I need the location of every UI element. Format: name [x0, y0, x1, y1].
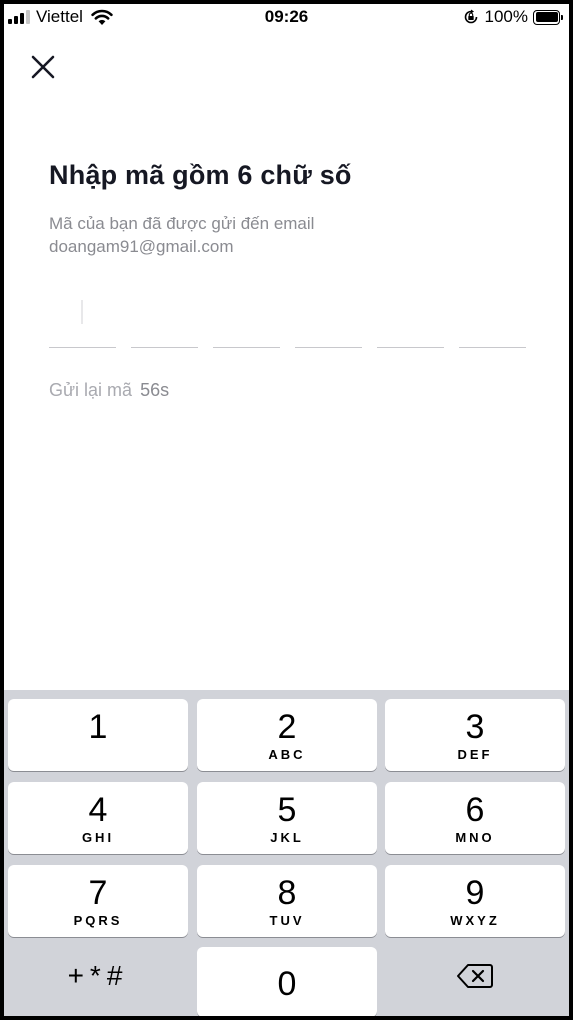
screen: Viettel 09:26 100% Nhập mã gồm 6 chữ số …: [4, 4, 569, 1016]
key-letters: GHI: [81, 829, 115, 845]
code-digit-4[interactable]: [295, 290, 362, 348]
code-digit-6[interactable]: [459, 290, 526, 348]
key-digit: 5: [277, 790, 297, 829]
status-right: 100%: [463, 7, 563, 27]
resend-label: Gửi lại mã: [49, 380, 133, 400]
status-bar: Viettel 09:26 100%: [4, 4, 569, 30]
key-letters: WXYZ: [450, 912, 500, 928]
code-input[interactable]: [49, 290, 526, 348]
code-digit-3[interactable]: [213, 290, 280, 348]
key-digit: 3: [465, 707, 485, 746]
key-digit: 1: [88, 707, 108, 746]
key-digit: 0: [277, 965, 297, 1003]
orientation-lock-icon: [464, 9, 477, 24]
key-letters: ABC: [268, 746, 306, 762]
key-3[interactable]: 3 DEF: [385, 699, 565, 771]
key-digit: 8: [277, 873, 297, 912]
key-digit: 9: [465, 873, 485, 912]
text-caret: [81, 300, 83, 324]
key-letters: PQRS: [73, 912, 123, 928]
battery-icon: [533, 9, 563, 25]
key-symbols[interactable]: +*#: [8, 940, 188, 1012]
key-1[interactable]: 1: [8, 699, 188, 771]
backspace-button[interactable]: [385, 940, 565, 1012]
code-digit-5[interactable]: [377, 290, 444, 348]
key-letters: MNO: [455, 829, 495, 845]
subtitle-line: Mã của bạn đã được gửi đến email: [49, 214, 315, 233]
key-5[interactable]: 5 JKL: [197, 782, 377, 854]
numeric-keypad: 1 2 ABC 3 DEF 4 GHI 5 JKL 6 MNO 7 PQRS 8: [4, 690, 569, 1016]
key-digit: 6: [465, 790, 485, 829]
subtitle: Mã của bạn đã được gửi đến email doangam…: [49, 212, 469, 258]
backspace-icon: [457, 964, 493, 988]
resend-code: Gửi lại mã 56s: [49, 380, 169, 401]
code-digit-2[interactable]: [131, 290, 198, 348]
close-icon: [31, 55, 55, 79]
key-letters: TUV: [269, 912, 305, 928]
key-digit: 4: [88, 790, 108, 829]
key-digit: 7: [88, 873, 108, 912]
key-letters: DEF: [457, 746, 493, 762]
key-letters: JKL: [270, 829, 304, 845]
key-digit: 2: [277, 707, 297, 746]
close-button[interactable]: [28, 52, 58, 82]
page-title: Nhập mã gồm 6 chữ số: [49, 160, 352, 190]
key-2[interactable]: 2 ABC: [197, 699, 377, 771]
battery-percentage: 100%: [484, 7, 528, 26]
code-digit-1[interactable]: [49, 290, 116, 348]
symbols-label: +*#: [67, 960, 129, 991]
key-7[interactable]: 7 PQRS: [8, 865, 188, 937]
resend-timer: 56s: [140, 380, 170, 400]
key-4[interactable]: 4 GHI: [8, 782, 188, 854]
email-address: doangam91@gmail.com: [49, 237, 234, 256]
key-0[interactable]: 0: [197, 947, 377, 1016]
key-6[interactable]: 6 MNO: [385, 782, 565, 854]
key-9[interactable]: 9 WXYZ: [385, 865, 565, 937]
key-8[interactable]: 8 TUV: [197, 865, 377, 937]
